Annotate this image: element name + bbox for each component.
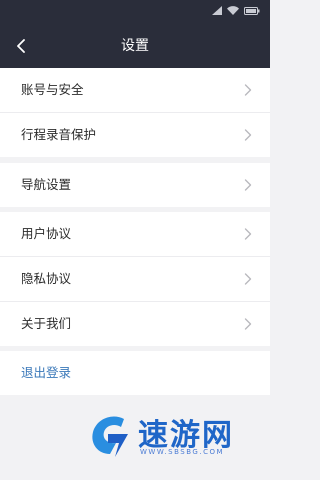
nav-bar: 设置 bbox=[0, 24, 270, 68]
watermark-logo-icon bbox=[92, 416, 128, 457]
chevron-right-icon bbox=[244, 84, 252, 96]
settings-item-label: 隐私协议 bbox=[21, 271, 72, 286]
back-button[interactable] bbox=[6, 24, 36, 68]
site-watermark: 速游网 WWW.SBSBG.COM bbox=[88, 406, 258, 470]
settings-item-user-agreement[interactable]: 用户协议 bbox=[0, 212, 270, 256]
settings-item-account-security[interactable]: 账号与安全 bbox=[0, 68, 270, 112]
watermark-url: WWW.SBSBG.COM bbox=[140, 448, 225, 456]
settings-item-label: 关于我们 bbox=[21, 316, 72, 331]
battery-icon bbox=[244, 6, 260, 15]
settings-item-label: 用户协议 bbox=[21, 226, 72, 241]
wifi-icon bbox=[227, 6, 239, 15]
settings-item-label: 行程录音保护 bbox=[21, 127, 97, 142]
chevron-right-icon bbox=[244, 129, 252, 141]
chevron-right-icon bbox=[244, 273, 252, 285]
logout-label: 退出登录 bbox=[21, 365, 72, 380]
chevron-right-icon bbox=[244, 228, 252, 240]
chevron-right-icon bbox=[244, 179, 252, 191]
chevron-right-icon bbox=[244, 318, 252, 330]
logout-button[interactable]: 退出登录 bbox=[0, 351, 270, 395]
status-icons bbox=[212, 6, 260, 15]
settings-item-about-us[interactable]: 关于我们 bbox=[0, 302, 270, 346]
status-bar bbox=[0, 0, 270, 24]
settings-item-label: 账号与安全 bbox=[21, 82, 84, 97]
settings-item-navigation[interactable]: 导航设置 bbox=[0, 163, 270, 207]
settings-item-privacy-agreement[interactable]: 隐私协议 bbox=[0, 257, 270, 301]
settings-item-trip-recording[interactable]: 行程录音保护 bbox=[0, 113, 270, 157]
settings-item-label: 导航设置 bbox=[21, 177, 72, 192]
chevron-left-icon bbox=[17, 39, 25, 53]
signal-icon bbox=[212, 6, 222, 15]
page-title: 设置 bbox=[121, 38, 149, 54]
